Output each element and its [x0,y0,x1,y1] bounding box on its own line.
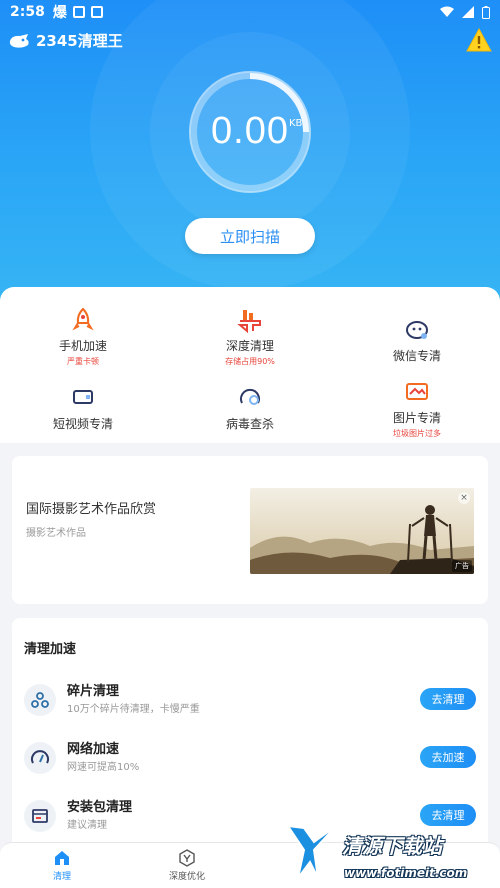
tool-wechat-clean[interactable]: 微信专清 [334,317,500,364]
watermark-title: 清源下载站 [342,834,442,858]
status-carrier-glyph: 爆 [52,5,67,21]
row-title: 网络加速 [67,742,120,757]
rocket-icon [72,307,94,331]
tool-sub: 垃圾图片过多 [393,429,441,438]
scan-now-button[interactable]: 立即扫描 [185,218,315,254]
battery-icon [482,5,490,19]
ad-card[interactable]: 国际摄影艺术作品欣赏 摄影艺术作品 × 广告 [12,456,488,604]
wechat-icon [406,321,428,339]
virus-scan-icon [240,388,260,405]
go-clean-button[interactable]: 去清理 [420,688,476,710]
status-bar: 2:58 爆 [0,0,500,24]
row-icon [24,742,56,774]
ad-photo [250,488,474,574]
row-icon [24,800,56,832]
ad-close-button[interactable]: × [458,492,470,504]
status-time: 2:58 [10,4,45,20]
row-desc: 网速可提高10% [67,762,140,773]
tab-label: 深度优化 [168,872,205,882]
tool-image-clean[interactable]: 图片专清 垃圾图片过多 [334,379,500,439]
package-icon [32,809,48,823]
optimize-icon [179,849,195,867]
tool-deep-clean[interactable]: 深度清理 存储占用90% [167,307,333,367]
speedometer-icon [31,750,49,764]
row-title: 碎片清理 [67,684,120,699]
tool-label: 微信专清 [392,349,441,363]
tool-label: 病毒查杀 [225,417,274,431]
row-title: 安装包清理 [67,800,133,815]
tool-sub: 存储占用90% [225,357,275,366]
tool-sub: 严重卡顿 [67,357,99,366]
wifi-icon [440,6,454,17]
list-item-network-boost[interactable]: 网络加速 网速可提高10% 去加速 [12,736,488,786]
tool-virus-scan[interactable]: 病毒查杀 [167,385,333,432]
list-item-fragment-clean[interactable]: 碎片清理 10万个碎片待清理，卡慢严重 去清理 [12,678,488,728]
hero-header: 2:58 爆 2345清理王 0.00 KB 立即扫描 [0,0,500,300]
tool-label: 深度清理 [225,339,274,353]
tools-grid: 手机加速 严重卡顿 深度清理 存储占用90% 微信专清 短视频专清 病毒查杀 图… [0,287,500,443]
app-bar: 2345清理王 [8,30,123,51]
signal-icon [462,6,474,18]
app-title: 2345清理王 [36,32,123,50]
ad-tag: 广告 [452,560,472,572]
video-icon [73,390,93,404]
tool-label: 短视频专清 [52,417,113,431]
app-logo-icon [9,33,29,48]
watermark-url: www.fotimeit.com [344,866,468,880]
fragment-icon [31,692,49,708]
ad-title[interactable]: 国际摄影艺术作品欣赏 [26,498,156,517]
tool-short-video-clean[interactable]: 短视频专清 [0,385,166,432]
row-desc: 10万个碎片待清理，卡慢严重 [67,704,200,715]
junk-size-value: 0.00 [211,110,289,152]
tool-phone-speedup[interactable]: 手机加速 严重卡顿 [0,307,166,367]
tab-clean[interactable]: 清理 [22,849,102,882]
watermark-logo-icon [285,824,337,879]
row-icon [24,684,56,716]
image-icon [406,383,428,400]
go-boost-button[interactable]: 去加速 [420,746,476,768]
tab-label: 清理 [52,872,71,882]
tool-label: 图片专清 [392,411,441,425]
ad-image[interactable]: × 广告 [250,488,474,574]
junk-size-unit: KB [289,118,303,129]
tool-label: 手机加速 [58,339,107,353]
warning-icon[interactable] [466,28,492,52]
section-heading: 清理加速 [24,642,77,657]
notification-icon [90,6,103,18]
broom-icon [237,310,261,333]
row-desc: 建议清理 [67,820,107,831]
ad-subtitle: 摄影艺术作品 [26,528,86,539]
watermark: 清源下载站 www.fotimeit.com [282,820,492,888]
notification-icon [72,6,85,18]
home-icon [55,851,69,865]
tab-deep-optimize[interactable]: 深度优化 [147,849,227,882]
